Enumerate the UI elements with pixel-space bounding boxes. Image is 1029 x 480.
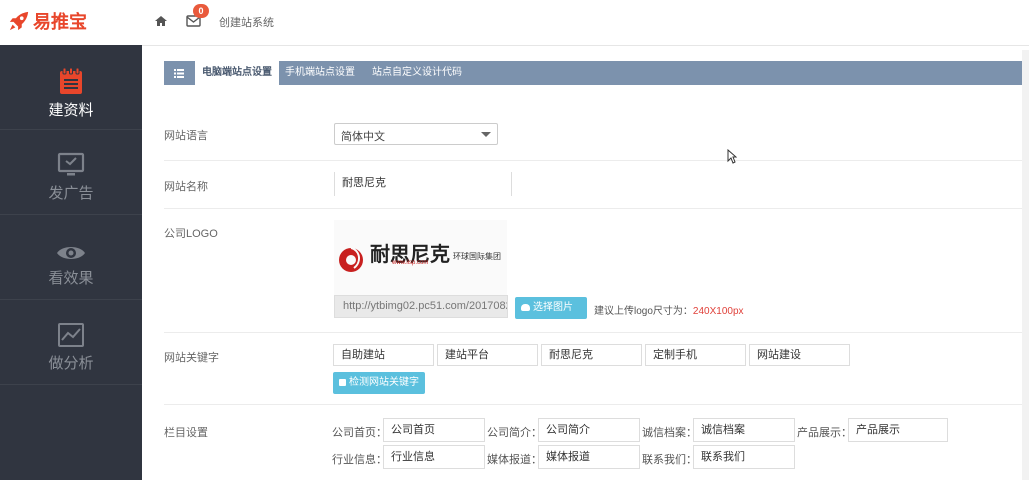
logo-text: 易推宝	[33, 12, 87, 32]
choose-image-label: 选择图片	[533, 302, 573, 313]
logo-size-hint-text: 建议上传logo尺寸为：	[594, 306, 693, 317]
cloud-upload-icon	[521, 303, 530, 311]
site-name-row: 网站名称 耐思尼克	[164, 161, 1028, 209]
keyword-input-2[interactable]: 建站平台	[437, 344, 538, 366]
logo-row: 公司LOGO 耐思尼克 环球国际集团 www.iisp.com http://y…	[164, 209, 1028, 333]
check-keywords-label: 检测网站关键字	[349, 377, 419, 388]
column-input-media[interactable]: 媒体报道	[538, 445, 640, 469]
logo-preview: 耐思尼克 环球国际集团 www.iisp.com	[334, 220, 507, 295]
mouse-cursor-icon	[727, 149, 737, 164]
logo-size-value: 240X100px	[692, 306, 744, 317]
keyword-input-5[interactable]: 网站建设	[749, 344, 850, 366]
sidebar-item-results[interactable]: 看效果	[0, 215, 142, 300]
list-icon	[174, 69, 184, 78]
keyword-input-1[interactable]: 自助建站	[333, 344, 434, 366]
notepad-icon	[60, 67, 82, 94]
language-label: 网站语言	[164, 130, 208, 142]
column-input-credit[interactable]: 诚信档案	[693, 418, 795, 442]
site-name-input[interactable]: 耐思尼克	[334, 172, 512, 196]
tab-mobile-settings[interactable]: 手机端站点设置	[279, 61, 361, 85]
tab-custom-code[interactable]: 站点自定义设计代码	[361, 61, 473, 85]
logo-brand-sub: 环球国际集团	[453, 252, 501, 261]
choose-image-button[interactable]: 选择图片	[515, 297, 587, 319]
columns-label: 栏目设置	[164, 427, 208, 439]
monitor-icon	[57, 152, 85, 176]
settings-tab-bar: 电脑端站点设置 手机端站点设置 站点自定义设计代码	[164, 61, 1028, 85]
column-input-about[interactable]: 公司简介	[538, 418, 640, 442]
keywords-row: 网站关键字 自助建站 建站平台 耐思尼克 定制手机 网站建设 检测网站关键字	[164, 333, 1028, 405]
column-input-products[interactable]: 产品展示	[848, 418, 948, 442]
columns-row: 栏目设置 公司首页： 公司首页 公司简介： 公司简介 诚信档案： 诚信档案 产品…	[164, 405, 1028, 480]
sidebar-item-label: 看效果	[48, 270, 94, 287]
rocket-icon	[9, 11, 29, 31]
column-label-contact: 联系我们：	[642, 454, 697, 466]
logo-size-hint: 建议上传logo尺寸为：240X100px	[594, 302, 744, 317]
column-input-contact[interactable]: 联系我们	[693, 445, 795, 469]
mail-count-badge: 0	[193, 4, 209, 18]
language-select[interactable]: 简体中文	[334, 123, 498, 145]
home-icon[interactable]	[154, 14, 168, 28]
logo-brand-url: www.iisp.com	[392, 260, 429, 266]
keyword-input-4[interactable]: 定制手机	[645, 344, 746, 366]
list-toggle-button[interactable]	[164, 61, 194, 85]
sidebar: 建资料 发广告 看效果 做分析	[0, 45, 142, 480]
column-label-media: 媒体报道：	[487, 454, 542, 466]
keyword-input-3[interactable]: 耐思尼克	[541, 344, 642, 366]
sidebar-item-label: 发广告	[48, 185, 94, 202]
column-label-products: 产品展示：	[797, 427, 852, 439]
language-row: 网站语言 简体中文	[164, 113, 1028, 161]
top-bar: 易推宝 0 创建站系统	[0, 0, 1029, 46]
column-label-industry: 行业信息：	[332, 454, 387, 466]
checkbox-icon	[339, 378, 346, 386]
sidebar-item-analysis[interactable]: 做分析	[0, 300, 142, 385]
sidebar-item-ads[interactable]: 发广告	[0, 130, 142, 215]
column-input-industry[interactable]: 行业信息	[383, 445, 485, 469]
chevron-down-icon	[481, 132, 491, 137]
logo-path-input[interactable]: http://ytbimg02.pc51.com/2017082	[334, 295, 508, 318]
breadcrumb: 创建站系统	[219, 17, 274, 29]
app-logo[interactable]: 易推宝	[8, 9, 87, 33]
column-label-home: 公司首页：	[332, 427, 387, 439]
sidebar-item-label: 建资料	[48, 102, 94, 119]
keywords-label: 网站关键字	[164, 352, 219, 364]
page-scrollbar[interactable]	[1022, 50, 1029, 480]
column-label-credit: 诚信档案：	[642, 427, 697, 439]
chart-icon	[58, 323, 84, 347]
sidebar-item-profile[interactable]: 建资料	[0, 45, 142, 130]
sidebar-item-label: 做分析	[48, 355, 94, 372]
tab-pc-settings[interactable]: 电脑端站点设置	[195, 61, 279, 85]
column-input-home[interactable]: 公司首页	[383, 418, 485, 442]
logo-label: 公司LOGO	[164, 228, 218, 240]
column-label-about: 公司简介：	[487, 427, 542, 439]
site-name-label: 网站名称	[164, 181, 208, 193]
check-keywords-button[interactable]: 检测网站关键字	[333, 372, 425, 394]
language-value: 简体中文	[341, 131, 385, 143]
eye-icon	[57, 247, 85, 259]
